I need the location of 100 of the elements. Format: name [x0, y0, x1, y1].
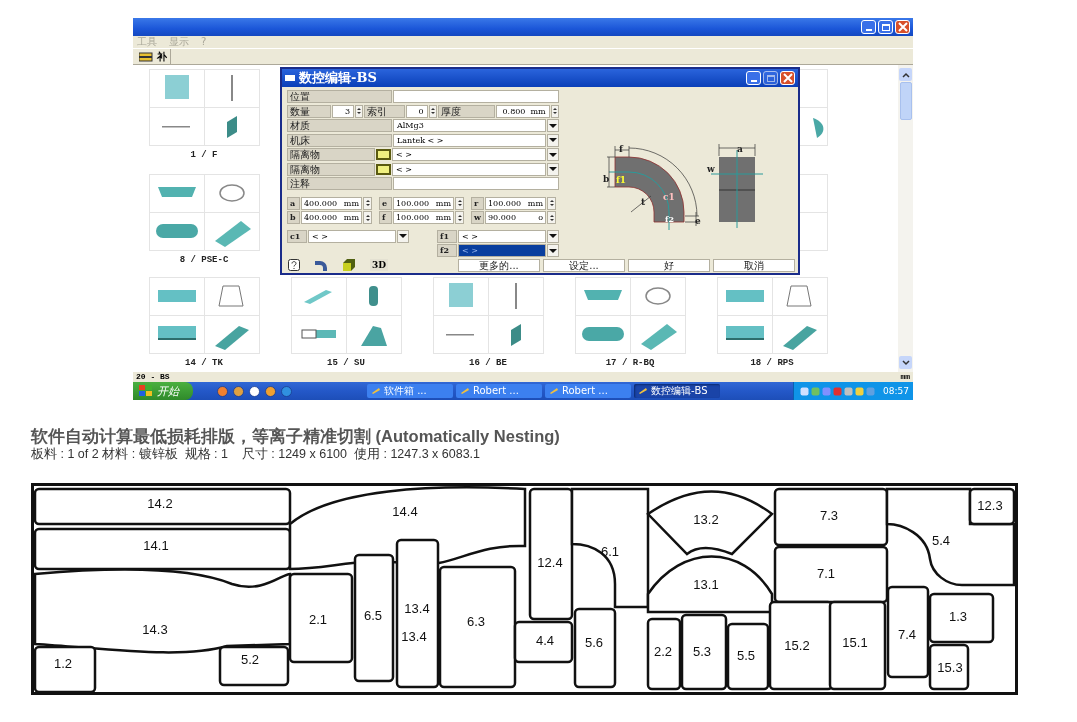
- dropdown-field[interactable]: < >: [392, 148, 546, 161]
- scroll-thumb[interactable]: [899, 82, 912, 120]
- dialog-button[interactable]: 更多的...: [458, 258, 540, 272]
- windows-logo-icon: [139, 385, 153, 397]
- quick-launch-icon[interactable]: [217, 385, 228, 397]
- spin-button[interactable]: [363, 196, 372, 210]
- spin-button[interactable]: [363, 211, 372, 224]
- quick-launch-icon[interactable]: [249, 385, 260, 397]
- part-label: 6.3: [466, 614, 486, 629]
- shape-icon: [630, 316, 685, 353]
- dropdown-field[interactable]: < >: [392, 162, 546, 176]
- spin-button[interactable]: [355, 104, 364, 118]
- part-label: 13.2: [693, 512, 719, 527]
- field-label: 隔离物: [287, 162, 375, 176]
- scrollbar[interactable]: [898, 65, 913, 372]
- dimension-label: w: [706, 164, 715, 174]
- part-label: 5.2: [240, 652, 260, 667]
- toolbar-button[interactable]: 补: [136, 49, 171, 64]
- dropdown-field[interactable]: < >: [458, 229, 546, 243]
- dropdown-button[interactable]: [547, 162, 559, 176]
- maximize-button[interactable]: [763, 71, 778, 85]
- dialog-button[interactable]: 设定...: [543, 258, 625, 272]
- dropdown-button[interactable]: [547, 244, 559, 257]
- dimension-label: f2: [664, 214, 674, 224]
- text-field[interactable]: [393, 90, 559, 103]
- shape-icon: [149, 108, 204, 145]
- part-label: 5.5: [736, 648, 756, 663]
- part-label: 13.4: [401, 629, 427, 644]
- text-field[interactable]: [393, 177, 559, 190]
- dropdown-button[interactable]: [547, 148, 559, 161]
- part-label: 15.1: [842, 635, 868, 650]
- dropdown-field[interactable]: < >: [458, 244, 546, 257]
- number-field[interactable]: 400.000 mm: [301, 196, 362, 210]
- spin-button[interactable]: [550, 104, 559, 118]
- minimize-button[interactable]: [861, 20, 876, 34]
- shape-icon: [204, 213, 259, 250]
- quick-launch-icon[interactable]: [233, 385, 244, 397]
- number-field[interactable]: 3: [332, 104, 354, 118]
- part-label: 2.2: [653, 644, 673, 659]
- taskbar-button[interactable]: Robert ...: [545, 384, 631, 398]
- part-label: 7.3: [819, 508, 839, 523]
- dropdown-field[interactable]: Lantek < >: [393, 133, 546, 147]
- dropdown-field[interactable]: < >: [308, 229, 396, 243]
- start-button[interactable]: 开始: [133, 382, 193, 400]
- taskbar-button[interactable]: 软件箱 ...: [367, 384, 453, 398]
- number-field[interactable]: 90.000 o: [485, 211, 546, 224]
- help-icon[interactable]: [288, 259, 300, 271]
- close-button[interactable]: [780, 71, 795, 85]
- part-card[interactable]: [290, 277, 402, 354]
- part-label: 1 / F: [190, 150, 218, 160]
- shape-icon: [433, 316, 488, 353]
- scroll-up-button[interactable]: [899, 68, 912, 81]
- part-label: 14 / TK: [185, 358, 223, 368]
- part-card[interactable]: [574, 277, 686, 354]
- part-label: 14.3: [142, 622, 168, 637]
- part-card[interactable]: [148, 277, 260, 354]
- 3d-view-button[interactable]: 3D: [370, 259, 389, 271]
- taskbar-button[interactable]: Robert ...: [456, 384, 542, 398]
- elbow-icon[interactable]: [314, 259, 328, 271]
- dropdown-button[interactable]: [547, 133, 559, 147]
- part-label: 15 / SU: [327, 358, 365, 368]
- part-label: 12.4: [537, 555, 563, 570]
- field-label: 注释: [287, 177, 392, 190]
- spin-button[interactable]: [455, 211, 464, 224]
- number-field[interactable]: 0.800 mm: [495, 104, 550, 118]
- dropdown-button[interactable]: [547, 229, 559, 243]
- maximize-button[interactable]: [878, 20, 893, 34]
- part-card[interactable]: [716, 277, 828, 354]
- dimension-label: f: [618, 144, 623, 154]
- chevron-up-icon: [901, 71, 910, 78]
- caption-title: 软件自动计算最低损耗排版，等离子精准切割 (Automatically Nesting): [31, 426, 561, 446]
- color-swatch[interactable]: [376, 149, 391, 160]
- part-card[interactable]: [148, 69, 260, 146]
- field-label: f1: [437, 229, 457, 243]
- field-label: 机床: [287, 133, 392, 147]
- dialog-button[interactable]: 取消: [713, 258, 795, 272]
- number-field[interactable]: 0: [405, 104, 428, 118]
- shape-icon: [772, 316, 827, 353]
- spin-button[interactable]: [547, 196, 556, 210]
- close-button[interactable]: [895, 20, 910, 34]
- scroll-down-button[interactable]: [899, 356, 912, 369]
- minimize-button[interactable]: [746, 71, 761, 85]
- part-card[interactable]: [432, 277, 544, 354]
- taskbar-button[interactable]: 数控编辑-BS: [634, 384, 720, 398]
- number-field[interactable]: 100.000 mm: [393, 211, 454, 224]
- part-card[interactable]: [148, 174, 260, 251]
- status-text: 20 - BS: [136, 372, 170, 382]
- quick-launch-icon[interactable]: [265, 385, 276, 397]
- spin-button[interactable]: [455, 196, 464, 210]
- number-field[interactable]: 100.000 mm: [485, 196, 546, 210]
- spin-button[interactable]: [428, 104, 437, 118]
- dropdown-button[interactable]: [397, 229, 409, 243]
- dropdown-field[interactable]: AlMg3: [393, 119, 546, 132]
- dropdown-button[interactable]: [547, 119, 559, 132]
- dialog-button[interactable]: 好: [628, 258, 710, 272]
- color-swatch[interactable]: [376, 163, 391, 175]
- number-field[interactable]: 400.000 mm: [301, 211, 362, 224]
- spin-button[interactable]: [547, 211, 556, 224]
- cube-icon[interactable]: [342, 259, 356, 271]
- number-field[interactable]: 100.000 mm: [393, 196, 454, 210]
